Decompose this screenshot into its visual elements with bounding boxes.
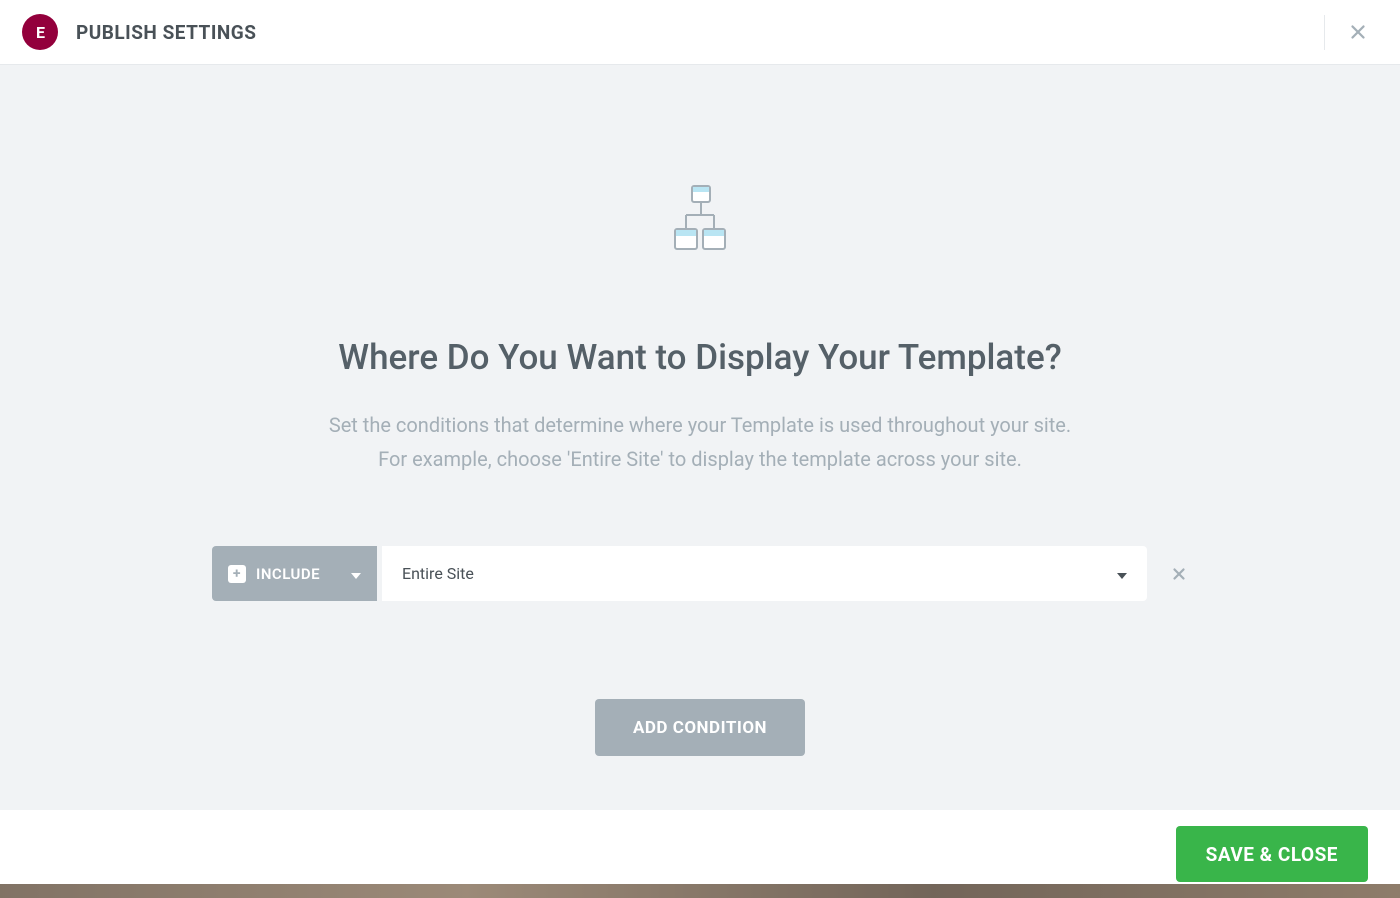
location-value: Entire Site [402, 564, 474, 583]
save-close-button[interactable]: SAVE & CLOSE [1176, 826, 1368, 882]
condition-row: + INCLUDE Entire Site [0, 546, 1400, 601]
plus-icon: + [228, 565, 246, 583]
location-dropdown[interactable]: Entire Site [382, 546, 1147, 601]
include-label: INCLUDE [256, 565, 341, 583]
close-icon [1170, 565, 1188, 583]
caret-down-icon [1117, 564, 1127, 583]
close-modal-button[interactable] [1338, 12, 1378, 52]
add-condition-button[interactable]: ADD CONDITION [595, 699, 805, 756]
modal-header: E PUBLISH SETTINGS [0, 0, 1400, 65]
remove-condition-button[interactable] [1170, 565, 1188, 583]
close-icon [1347, 21, 1369, 43]
caret-down-icon [351, 565, 361, 583]
description-line-2: For example, choose 'Entire Site' to dis… [0, 442, 1400, 476]
modal-title: PUBLISH SETTINGS [76, 21, 256, 44]
sitemap-icon [0, 185, 1400, 251]
main-heading: Where Do You Want to Display Your Templa… [0, 337, 1400, 378]
header-divider [1324, 15, 1325, 50]
page-background-edge [0, 884, 1400, 898]
description-line-1: Set the conditions that determine where … [0, 408, 1400, 442]
modal-content: Where Do You Want to Display Your Templa… [0, 65, 1400, 810]
include-exclude-dropdown[interactable]: + INCLUDE [212, 546, 377, 601]
elementor-logo: E [22, 14, 58, 50]
logo-letter: E [36, 23, 44, 42]
